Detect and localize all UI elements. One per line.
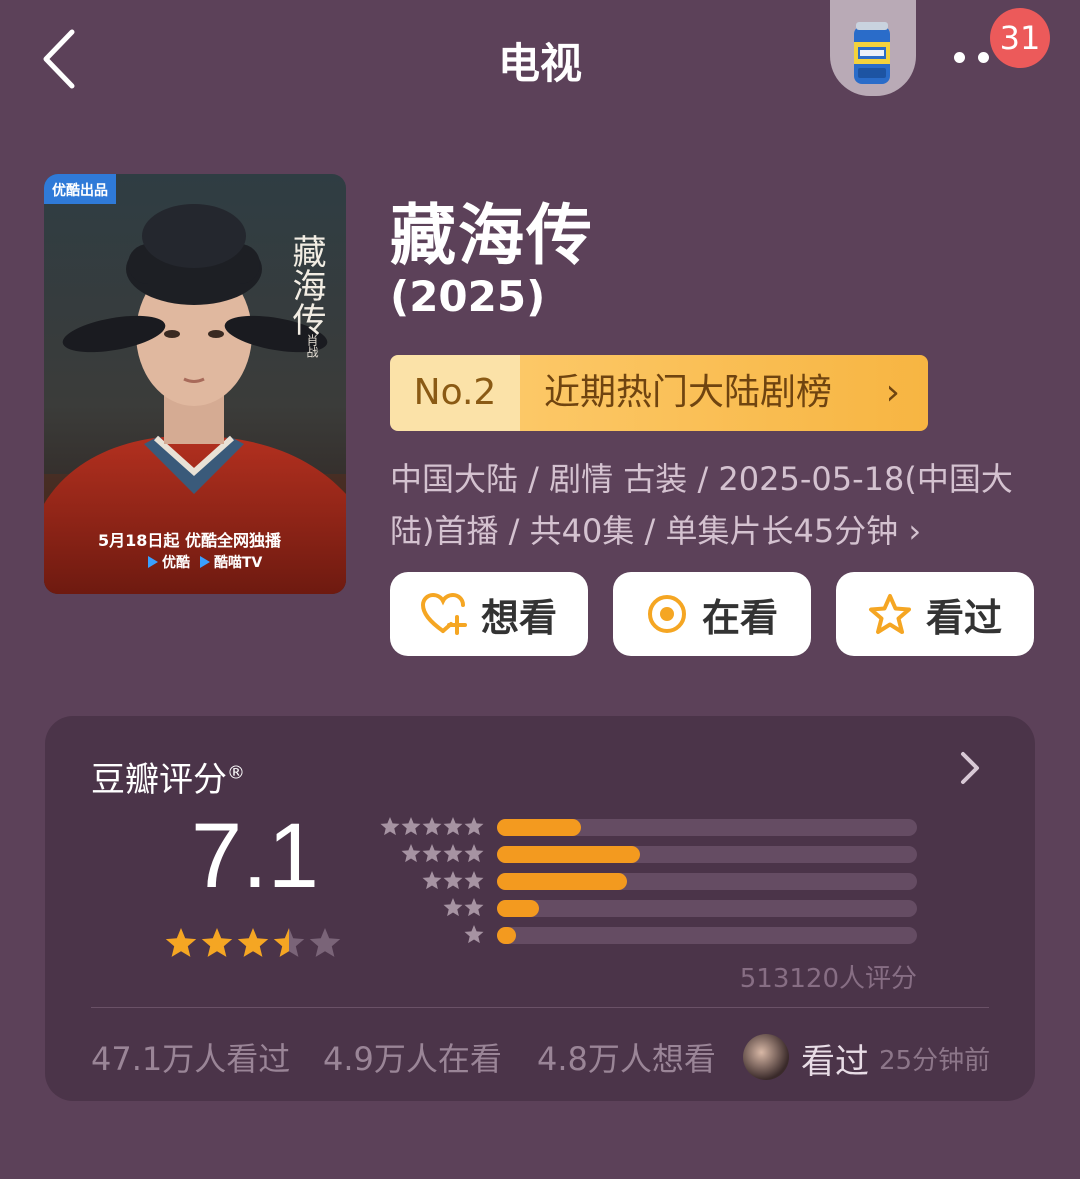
histogram-stars-icon	[401, 844, 484, 863]
show-meta[interactable]: 中国大陆 / 剧情 古装 / 2025-05-18(中国大 陆)首播 / 共40…	[390, 453, 1030, 557]
rating-star-icon	[201, 928, 233, 957]
show-year: (2025)	[390, 272, 546, 321]
chevron-right-icon[interactable]	[955, 748, 985, 788]
small-star-icon	[464, 898, 484, 917]
page-title: 电视	[497, 39, 582, 88]
poster-vertical-title: 藏海传	[286, 234, 326, 336]
histogram-row-4-star	[375, 843, 935, 865]
watched-label: 看过	[925, 595, 1002, 640]
histogram-track	[497, 900, 917, 917]
rank-list-label: 近期热门大陆剧榜	[544, 372, 833, 413]
rating-header-label: 豆瓣评分	[91, 760, 227, 800]
star-outline-icon	[868, 594, 911, 634]
rank-number: No.2	[390, 355, 520, 431]
want-to-watch-button[interactable]: 想看	[390, 572, 588, 656]
watched-button[interactable]: 看过	[836, 572, 1034, 656]
watched-count[interactable]: 47.1万人看过	[91, 1034, 290, 1080]
histogram-bar	[497, 819, 581, 836]
poster-actor: 肖战	[305, 334, 319, 359]
friend-action: 看过	[801, 1042, 869, 1082]
histogram-stars-icon	[422, 871, 484, 890]
divider	[91, 1007, 989, 1008]
rating-star-icon	[237, 928, 269, 957]
histogram-bar	[497, 927, 516, 944]
more-dot-icon	[954, 52, 965, 63]
want-count[interactable]: 4.8万人想看	[537, 1034, 716, 1080]
small-star-icon	[443, 844, 463, 863]
chevron-right-icon: ›	[885, 372, 900, 413]
ranking-banner[interactable]: No.2 近期热门大陆剧榜 ›	[390, 355, 928, 431]
small-star-icon	[443, 817, 463, 836]
registered-mark: ®	[227, 762, 245, 784]
beer-can-icon	[854, 22, 890, 84]
rating-star-icon	[273, 928, 305, 957]
small-star-icon	[422, 817, 442, 836]
small-star-icon	[422, 844, 442, 863]
small-star-icon	[443, 898, 463, 917]
histogram-row-5-star	[375, 816, 935, 838]
poster-tagline: 5月18日起 优酷全网独播	[98, 531, 282, 550]
histogram-track	[497, 873, 917, 890]
small-star-icon	[401, 844, 421, 863]
more-dot-icon	[978, 52, 989, 63]
producer-tag: 优酷出品	[52, 182, 108, 199]
small-star-icon	[464, 844, 484, 863]
histogram-track	[497, 819, 917, 836]
rank-list-name: 近期热门大陆剧榜 ›	[520, 355, 928, 431]
histogram-stars-icon	[380, 817, 484, 836]
small-star-icon	[443, 871, 463, 890]
friend-time: 25分钟前	[879, 1046, 991, 1076]
small-star-icon	[401, 817, 421, 836]
poster-platform-2: 酷喵TV	[214, 554, 263, 571]
histogram-bar	[497, 846, 640, 863]
show-title: 藏海传	[390, 197, 594, 274]
rating-card[interactable]: 豆瓣评分® 7.1 513120人评分 47.1万人看过 4.9万人在看 4.8…	[45, 716, 1035, 1101]
rating-star-icon	[309, 928, 341, 957]
histogram-row-2-star	[375, 897, 935, 919]
histogram-track	[497, 927, 917, 944]
poster-platform-1: 优酷	[162, 554, 190, 571]
notification-badge[interactable]: 31	[990, 8, 1050, 68]
score-stars	[165, 928, 341, 957]
rating-count: 513120人评分	[739, 964, 917, 994]
beer-widget[interactable]	[830, 0, 916, 96]
rating-star-icon	[165, 928, 197, 957]
small-star-icon	[464, 871, 484, 890]
watching-count[interactable]: 4.9万人在看	[323, 1034, 502, 1080]
histogram-bar	[497, 873, 627, 890]
meta-line-1: 中国大陆 / 剧情 古装 / 2025-05-18(中国大	[390, 460, 1013, 498]
friend-avatar[interactable]	[743, 1034, 789, 1080]
histogram-track	[497, 846, 917, 863]
histogram-bar	[497, 900, 539, 917]
histogram-row-1-star	[375, 924, 935, 946]
histogram-stars-icon	[464, 925, 484, 944]
back-button[interactable]	[36, 24, 96, 94]
chevron-left-icon	[43, 29, 75, 89]
target-icon	[647, 595, 686, 633]
small-star-icon	[380, 817, 400, 836]
histogram-row-3-star	[375, 870, 935, 892]
meta-line-2: 陆)首播 / 共40集 / 单集片长45分钟 ›	[390, 512, 922, 550]
watching-label: 在看	[701, 595, 778, 640]
top-bar: 电视 31	[0, 0, 1080, 120]
histogram-stars-icon	[443, 898, 484, 917]
watching-button[interactable]: 在看	[613, 572, 811, 656]
small-star-icon	[422, 871, 442, 890]
small-star-icon	[464, 817, 484, 836]
small-star-icon	[464, 925, 484, 944]
rating-header: 豆瓣评分®	[91, 752, 245, 801]
poster-art: 优酷出品 藏海传 肖战 5月18日起 优酷全网独播 优酷 酷喵TV	[44, 174, 346, 594]
rating-score: 7.1	[191, 805, 319, 907]
heart-plus-icon	[420, 593, 467, 635]
want-label: 想看	[480, 595, 557, 640]
poster-image[interactable]: 优酷出品 藏海传 肖战 5月18日起 优酷全网独播 优酷 酷喵TV	[44, 174, 346, 594]
